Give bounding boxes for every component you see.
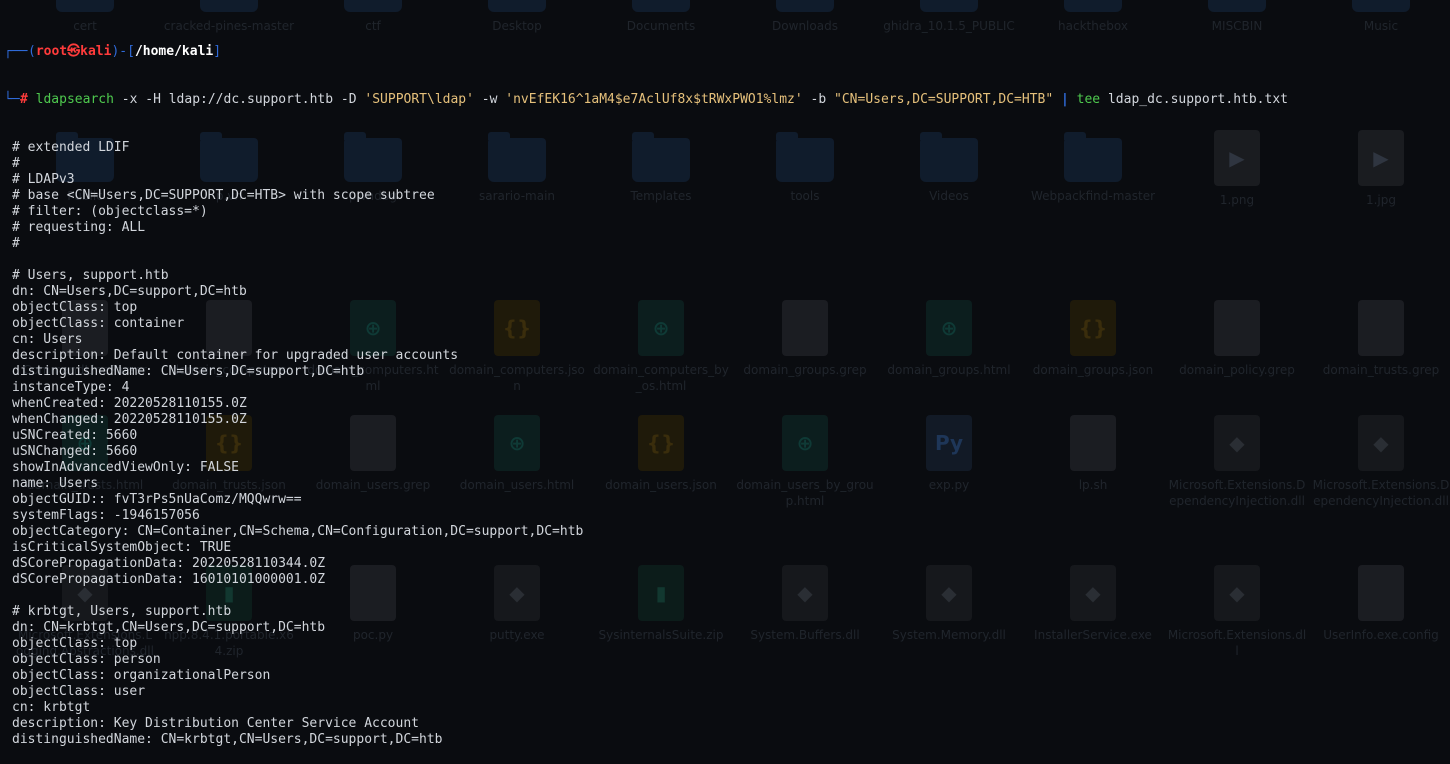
output-line: instanceType: 4	[12, 380, 130, 395]
command-token: 'SUPPORT\ldap'	[364, 92, 474, 107]
command-token: 'nvEfEK16^1aM4$e7AclUf8x$tRWxPWO1%lmz'	[505, 92, 803, 107]
output-line: distinguishedName: CN=krbtgt,CN=Users,DC…	[12, 732, 443, 747]
output-line: dSCorePropagationData: 16010101000001.0Z	[12, 572, 326, 587]
output-line: # filter: (objectclass=*)	[12, 204, 208, 219]
prompt-user: root	[35, 44, 68, 59]
output-line: # Users, support.htb	[12, 268, 169, 283]
output-line: objectClass: top	[12, 300, 138, 315]
output-line: objectCategory: CN=Container,CN=Schema,C…	[12, 524, 584, 539]
output-line: dn: CN=krbtgt,CN=Users,DC=support,DC=htb	[12, 620, 326, 635]
prompt-host: kali	[80, 44, 112, 59]
command-arguments: -x -H ldap://dc.support.htb -D 'SUPPORT\…	[114, 92, 1288, 107]
command-line[interactable]: └─ # ldapsearch -x -H ldap://dc.support.h…	[4, 92, 1450, 108]
output-line: objectClass: top	[12, 636, 138, 651]
output-line: whenChanged: 20220528110155.0Z	[12, 412, 247, 427]
output-line: uSNCreated: 5660	[12, 428, 138, 443]
output-line: isCriticalSystemObject: TRUE	[12, 540, 232, 555]
command-token: -w	[473, 92, 506, 107]
output-line: showInAdvancedViewOnly: FALSE	[12, 460, 239, 475]
output-line: #	[12, 156, 20, 171]
output-line: objectClass: user	[12, 684, 146, 699]
output-line: whenCreated: 20220528110155.0Z	[12, 396, 247, 411]
output-line: # LDAPv3	[12, 172, 75, 187]
output-line: cn: Users	[12, 332, 83, 347]
output-line: objectGUID:: fvT3rPs5nUaComz/MQQwrw==	[12, 492, 302, 507]
output-line: objectClass: organizationalPerson	[12, 668, 271, 683]
output-line: description: Default container for upgra…	[12, 348, 459, 363]
output-line: cn: krbtgt	[12, 700, 91, 715]
output-line: objectClass: person	[12, 652, 161, 667]
command-token: "CN=Users,DC=SUPPORT,DC=HTB"	[834, 92, 1054, 107]
output-line: distinguishedName: CN=Users,DC=support,D…	[12, 364, 365, 379]
prompt-symbol: #	[20, 92, 28, 107]
command-token: |	[1053, 92, 1077, 107]
output-line: dn: CN=Users,DC=support,DC=htb	[12, 284, 247, 299]
command-token: ldap_dc.support.htb.txt	[1100, 92, 1288, 107]
command-program: ldapsearch	[35, 92, 114, 107]
output-line: description: Key Distribution Center Ser…	[12, 716, 419, 731]
output-line: # requesting: ALL	[12, 220, 146, 235]
output-line: objectClass: container	[12, 316, 185, 331]
output-line: uSNChanged: 5660	[12, 444, 138, 459]
output-line: #	[12, 236, 20, 251]
command-output: # extended LDIF # # LDAPv3 # base <CN=Users…	[12, 140, 1450, 748]
output-line: dSCorePropagationData: 20220528110344.0Z	[12, 556, 326, 571]
command-token: tee	[1076, 92, 1101, 107]
prompt-at-symbol: ㉿	[67, 44, 81, 59]
output-line: name: Users	[12, 476, 99, 491]
output-line: # krbtgt, Users, support.htb	[12, 604, 232, 619]
prompt-header: ┌── (root㉿kali)-[/home/kali]	[4, 44, 222, 59]
output-line: # extended LDIF	[12, 140, 130, 155]
output-line: # base <CN=Users,DC=SUPPORT,DC=HTB> with…	[12, 188, 435, 203]
command-token: -b	[802, 92, 835, 107]
prompt-path: /home/kali	[134, 44, 214, 59]
terminal-window[interactable]: ┌── (root㉿kali)-[/home/kali] └─ # ldapsear…	[0, 0, 1450, 747]
output-line: systemFlags: -1946157056	[12, 508, 200, 523]
command-token: -x -H ldap://dc.support.htb -D	[113, 92, 365, 107]
